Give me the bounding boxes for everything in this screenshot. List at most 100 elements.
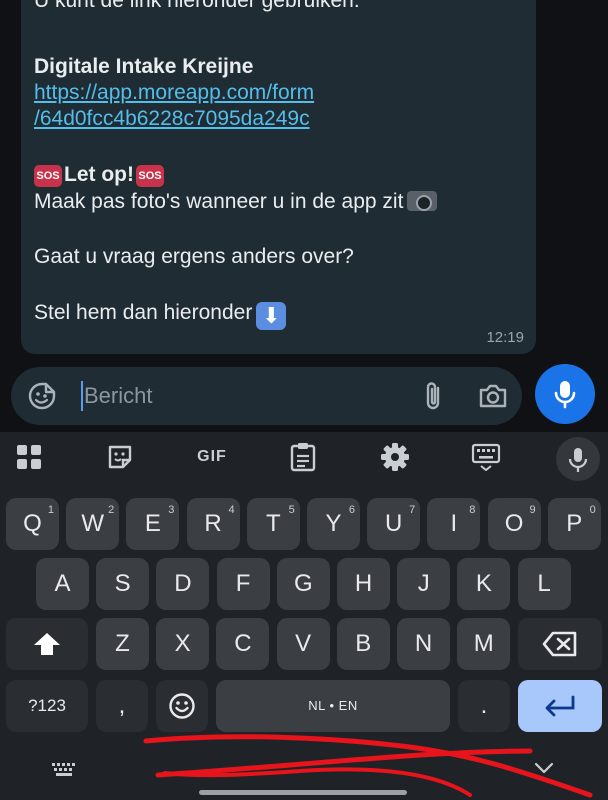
key-label: E <box>144 510 161 537</box>
ask-below-text: Stel hem dan hieronder <box>34 301 253 324</box>
key-number-hint: 8 <box>469 504 476 516</box>
key-label: A <box>54 570 71 597</box>
key-label: O <box>504 510 524 537</box>
key-number-hint: 3 <box>168 504 175 516</box>
key-label: I <box>450 510 458 537</box>
keyboard-switch-icon[interactable] <box>52 763 78 777</box>
key-x[interactable]: X <box>156 618 210 670</box>
key-label: T <box>265 510 281 537</box>
key-number-hint: 9 <box>529 504 536 516</box>
key-a[interactable]: A <box>36 558 89 610</box>
key-b[interactable]: B <box>336 618 390 670</box>
question-text: Gaat u vraag ergens anders over? <box>34 245 354 268</box>
key-number-hint: 5 <box>288 504 295 516</box>
apps-grid-icon[interactable] <box>9 439 49 475</box>
key-y[interactable]: Y6 <box>307 498 360 550</box>
key-label: B <box>355 630 372 657</box>
key-u[interactable]: U7 <box>367 498 421 550</box>
home-gesture-bar[interactable] <box>199 790 407 795</box>
key-label: Z <box>115 630 130 657</box>
key-label: P <box>566 510 583 537</box>
key-label: F <box>235 570 251 597</box>
key-i[interactable]: I8 <box>427 498 481 550</box>
photo-note-line: Maak pas foto's wanneer u in de app zit <box>34 189 438 215</box>
key-label: N <box>414 630 433 657</box>
key-label: D <box>174 570 192 597</box>
key-number-hint: 0 <box>589 504 596 516</box>
form-link-line1[interactable]: https://app.moreapp.com/form <box>34 80 314 106</box>
enter-key[interactable] <box>518 680 602 732</box>
key-label: L <box>537 570 551 597</box>
key-c[interactable]: C <box>216 618 270 670</box>
voice-message-button[interactable] <box>535 364 595 424</box>
key-r[interactable]: R4 <box>186 498 240 550</box>
sos-emoji-icon: SOS <box>34 165 62 187</box>
warning-text: Let op! <box>64 163 134 186</box>
emoji-key[interactable] <box>156 680 208 732</box>
form-title: Digitale Intake Kreijne <box>34 55 254 78</box>
key-number-hint: 1 <box>47 504 54 516</box>
key-n[interactable]: N <box>397 618 450 670</box>
key-l[interactable]: L <box>517 558 571 610</box>
key-w[interactable]: W2 <box>66 498 120 550</box>
form-link-line2[interactable]: /64d0fcc4b6228c7095da249c <box>34 106 310 132</box>
shift-arrow-icon <box>34 633 60 655</box>
message-intro: U kunt de link hieronder gebruiken: <box>34 0 360 12</box>
comma-key[interactable]: , <box>96 680 148 732</box>
key-number-hint: 4 <box>228 504 235 516</box>
key-label: R <box>204 510 222 537</box>
symbols-key[interactable]: ?123 <box>6 680 88 732</box>
key-p[interactable]: P0 <box>547 498 601 550</box>
key-label: X <box>174 630 191 657</box>
key-j[interactable]: J <box>397 558 451 610</box>
clipboard-icon[interactable] <box>283 439 323 475</box>
attach-icon[interactable] <box>419 379 449 413</box>
sticker-icon[interactable] <box>27 381 57 411</box>
key-m[interactable]: M <box>457 618 511 670</box>
key-label: W <box>81 510 105 537</box>
key-number-hint: 2 <box>108 504 115 516</box>
key-t[interactable]: T5 <box>246 498 300 550</box>
message-composer[interactable]: Bericht <box>11 367 522 425</box>
gif-button[interactable]: GIF <box>190 439 234 475</box>
key-k[interactable]: K <box>457 558 511 610</box>
backspace-icon <box>542 631 577 657</box>
camera-icon[interactable] <box>477 381 509 411</box>
key-f[interactable]: F <box>216 558 270 610</box>
gif-label: GIF <box>197 448 227 465</box>
shift-key[interactable] <box>6 618 88 670</box>
period-key[interactable]: . <box>458 680 510 732</box>
space-key[interactable]: NL • EN <box>216 680 450 732</box>
enter-arrow-icon <box>545 695 575 717</box>
key-label: K <box>475 570 492 597</box>
message-time: 12:19 <box>486 329 524 346</box>
key-label: S <box>114 570 131 597</box>
key-q[interactable]: Q1 <box>6 498 59 550</box>
down-arrow-emoji-icon: ⬇ <box>256 302 287 330</box>
keyboard <box>0 432 608 800</box>
key-v[interactable]: V <box>276 618 330 670</box>
text-caret <box>81 381 83 411</box>
voice-mic-icon <box>568 448 588 472</box>
key-g[interactable]: G <box>276 558 330 610</box>
key-o[interactable]: O9 <box>487 498 541 550</box>
chat-area: U kunt de link hieronder gebruiken: Digi… <box>0 0 608 362</box>
camera-flash-emoji-icon <box>407 191 438 211</box>
voice-typing-button[interactable] <box>556 437 600 481</box>
key-z[interactable]: Z <box>96 618 149 670</box>
key-s[interactable]: S <box>96 558 150 610</box>
backspace-key[interactable] <box>518 618 602 670</box>
key-e[interactable]: E3 <box>126 498 180 550</box>
key-label: Y <box>325 510 342 537</box>
settings-icon[interactable] <box>375 439 415 475</box>
sticker-icon[interactable] <box>100 439 140 475</box>
key-d[interactable]: D <box>156 558 210 610</box>
message-input[interactable]: Bericht <box>84 383 152 409</box>
warning-line: SOS Let op! SOS <box>34 162 166 188</box>
key-label: Q <box>23 510 42 537</box>
key-h[interactable]: H <box>337 558 390 610</box>
hide-keyboard-chevron-icon[interactable] <box>534 760 554 776</box>
message-bubble[interactable]: U kunt de link hieronder gebruiken: Digi… <box>21 0 536 354</box>
sos-emoji-icon: SOS <box>135 165 164 187</box>
keyboard-icon[interactable] <box>466 439 506 475</box>
